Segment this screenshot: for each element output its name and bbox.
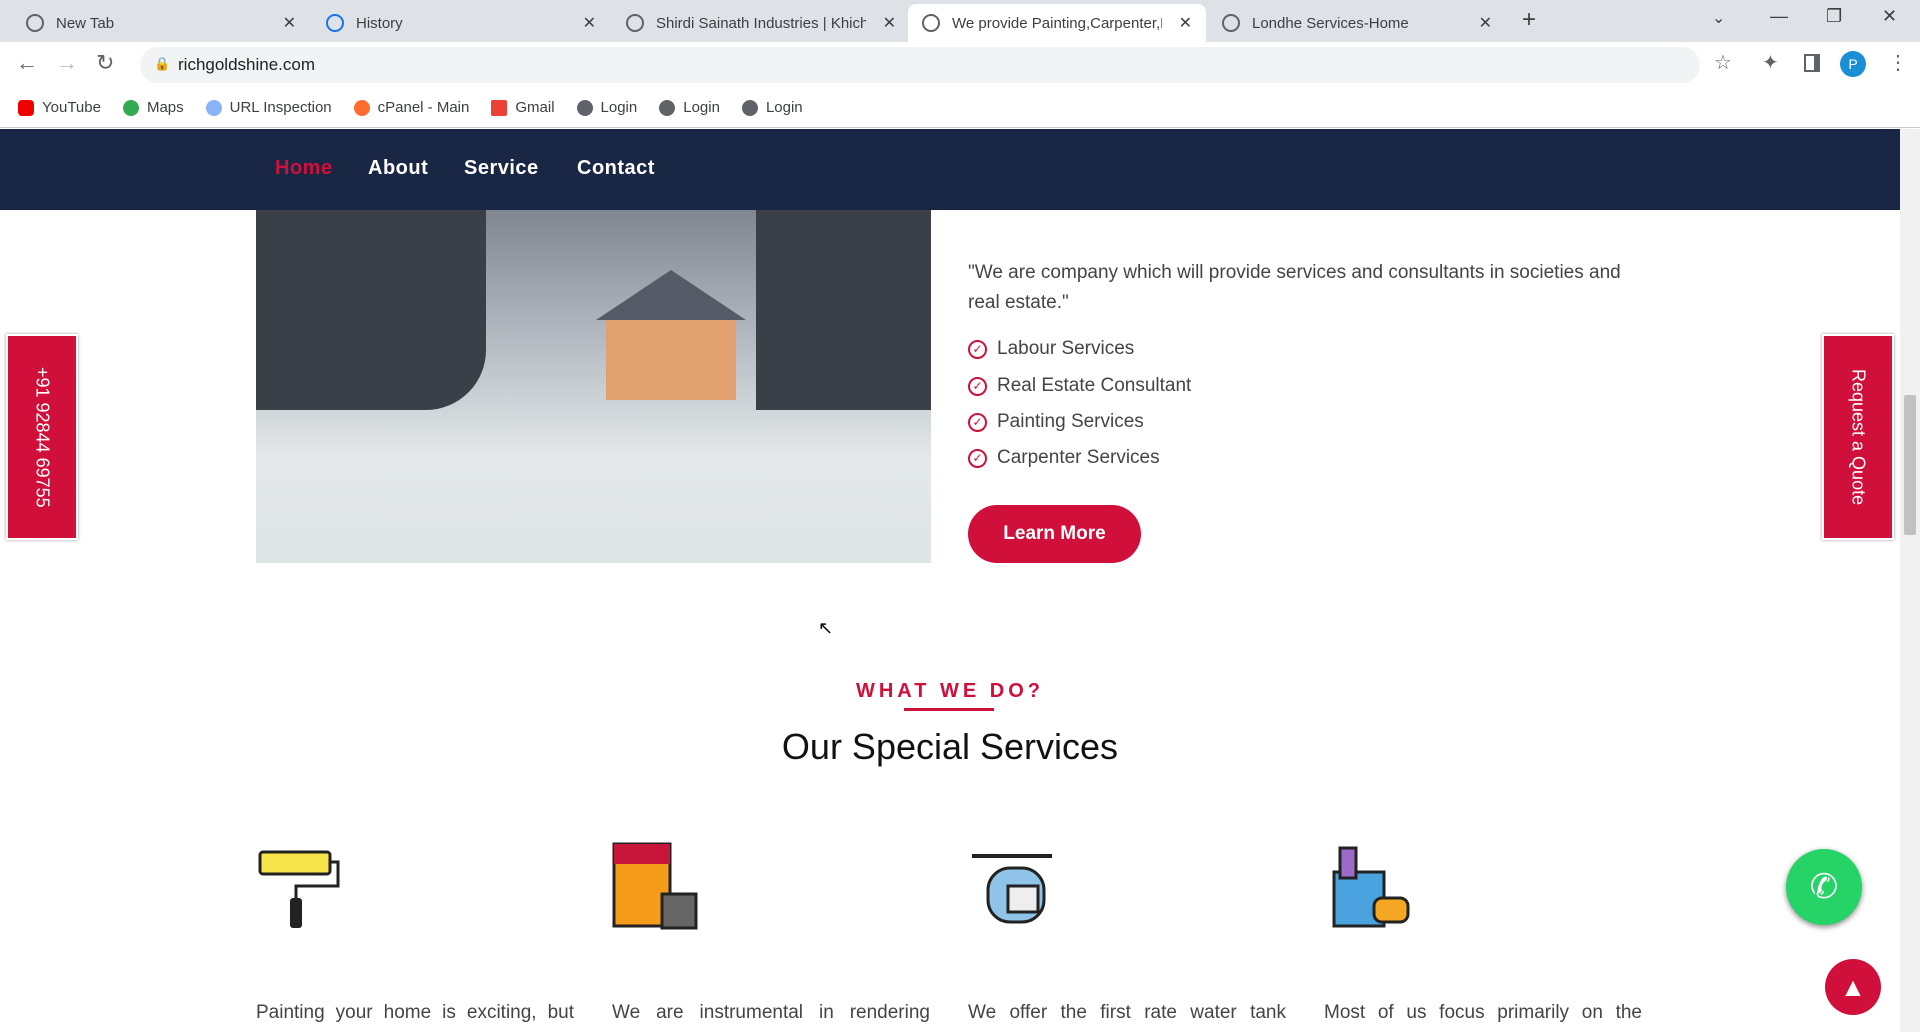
extensions-icon[interactable]: ✦ [1762, 50, 1779, 75]
list-item: ✓ Labour Services [968, 338, 1134, 360]
site-nav: Home About Service Contact [0, 129, 1900, 210]
list-item: ✓ Real Estate Consultant [968, 375, 1191, 397]
check-circle-icon: ✓ [968, 376, 987, 396]
restore-button[interactable]: ❐ [1826, 6, 1842, 27]
bookmark-login[interactable]: Login [659, 99, 720, 116]
bookmark-maps[interactable]: Maps [122, 99, 184, 116]
about-quote: "We are company which will provide servi… [968, 262, 1621, 313]
minimize-button[interactable]: — [1770, 6, 1788, 27]
history-icon [326, 14, 344, 32]
check-circle-icon: ✓ [968, 412, 987, 432]
avatar[interactable]: P [1840, 51, 1866, 77]
about-image [256, 210, 931, 563]
tab-bar: New Tab ✕ History ✕ Shirdi Sainath Industr… [0, 0, 1920, 42]
scroll-to-top-button[interactable]: ▲ [1825, 959, 1881, 1015]
paint-bucket-icon [612, 842, 698, 930]
service-description: Painting your home is exciting, but [256, 1002, 574, 1023]
nav-about[interactable]: About [368, 157, 428, 180]
suit-shape [756, 210, 931, 410]
paint-roller-icon [258, 850, 340, 928]
service-description: We are instrumental in rendering [612, 1002, 930, 1023]
service-description: Most of us focus primarily on the [1324, 1002, 1642, 1023]
section-eyebrow: WHAT WE DO? [855, 680, 1045, 702]
bookmark-cpanel[interactable]: cPanel - Main [353, 99, 469, 116]
water-tank-cleaning-icon [972, 854, 1052, 924]
cleaning-supplies-icon [1332, 846, 1410, 928]
lock-icon: 🔒 [154, 56, 171, 71]
tab-history[interactable]: History ✕ [312, 4, 610, 42]
bookmark-url-inspection[interactable]: URL Inspection [205, 99, 332, 116]
nav-contact[interactable]: Contact [577, 157, 655, 180]
menu-icon[interactable]: ⋮ [1888, 50, 1908, 75]
house-model [606, 320, 736, 400]
bookmark-login[interactable]: Login [741, 99, 803, 116]
tab-search-button[interactable]: ⌄ [1712, 8, 1725, 28]
url-text: richgoldshine.com [178, 55, 316, 74]
close-tab-icon[interactable]: ✕ [883, 13, 896, 33]
forward-button[interactable]: → [56, 50, 78, 76]
suit-shape [256, 210, 486, 410]
new-tab-button[interactable]: + [1522, 6, 1536, 34]
bookmark-youtube[interactable]: YouTube [18, 99, 101, 116]
section-title: Our Special Services [781, 726, 1119, 767]
chevron-up-icon: ▲ [1840, 971, 1866, 1002]
scrollbar[interactable] [1900, 129, 1920, 1032]
learn-more-button[interactable]: Learn More [968, 505, 1141, 563]
house-roof [596, 270, 746, 320]
close-window-button[interactable]: ✕ [1882, 6, 1897, 27]
tab-londhe[interactable]: Londhe Services-Home ✕ [1208, 4, 1506, 42]
back-button[interactable]: ← [16, 50, 38, 76]
bookmark-gmail[interactable]: Gmail [491, 99, 555, 116]
address-bar[interactable]: 🔒 richgoldshine.com [140, 47, 1700, 83]
call-phone-tab[interactable]: +91 92844 69755 [6, 334, 78, 540]
service-description: We offer the first rate water tank [968, 1002, 1286, 1023]
list-item: ✓ Carpenter Services [968, 447, 1160, 469]
list-item: ✓ Painting Services [968, 411, 1144, 433]
close-tab-icon[interactable]: ✕ [283, 13, 296, 33]
tab-shirdi[interactable]: Shirdi Sainath Industries | Khichdi ✕ [612, 4, 910, 42]
whatsapp-button[interactable]: ✆ [1786, 849, 1862, 925]
bookmarks-bar: YouTube Maps URL Inspection cPanel - Mai… [0, 88, 1920, 128]
mouse-cursor: ↖ [818, 618, 834, 638]
bookmark-login[interactable]: Login [576, 99, 637, 116]
tab-new-tab[interactable]: New Tab ✕ [12, 4, 310, 42]
check-circle-icon: ✓ [968, 448, 987, 468]
close-tab-icon[interactable]: ✕ [583, 13, 596, 33]
close-tab-icon[interactable]: ✕ [1479, 13, 1492, 33]
scrollbar-thumb[interactable] [1904, 395, 1916, 535]
divider [904, 708, 994, 711]
check-circle-icon: ✓ [968, 339, 987, 359]
bookmark-star-icon[interactable]: ☆ [1714, 50, 1732, 75]
site-icon [626, 14, 644, 32]
request-quote-tab[interactable]: Request a Quote [1822, 334, 1894, 540]
nav-service[interactable]: Service [464, 157, 539, 180]
site-icon [1222, 14, 1240, 32]
close-tab-icon[interactable]: ✕ [1179, 13, 1192, 33]
reload-button[interactable]: ↻ [96, 50, 114, 76]
nav-home[interactable]: Home [275, 157, 333, 180]
chrome-icon [26, 14, 44, 32]
whatsapp-icon: ✆ [1809, 868, 1839, 906]
side-panel-icon[interactable] [1804, 54, 1820, 72]
tab-active[interactable]: We provide Painting,Carpenter,D ✕ [908, 4, 1206, 42]
globe-icon [922, 14, 940, 32]
